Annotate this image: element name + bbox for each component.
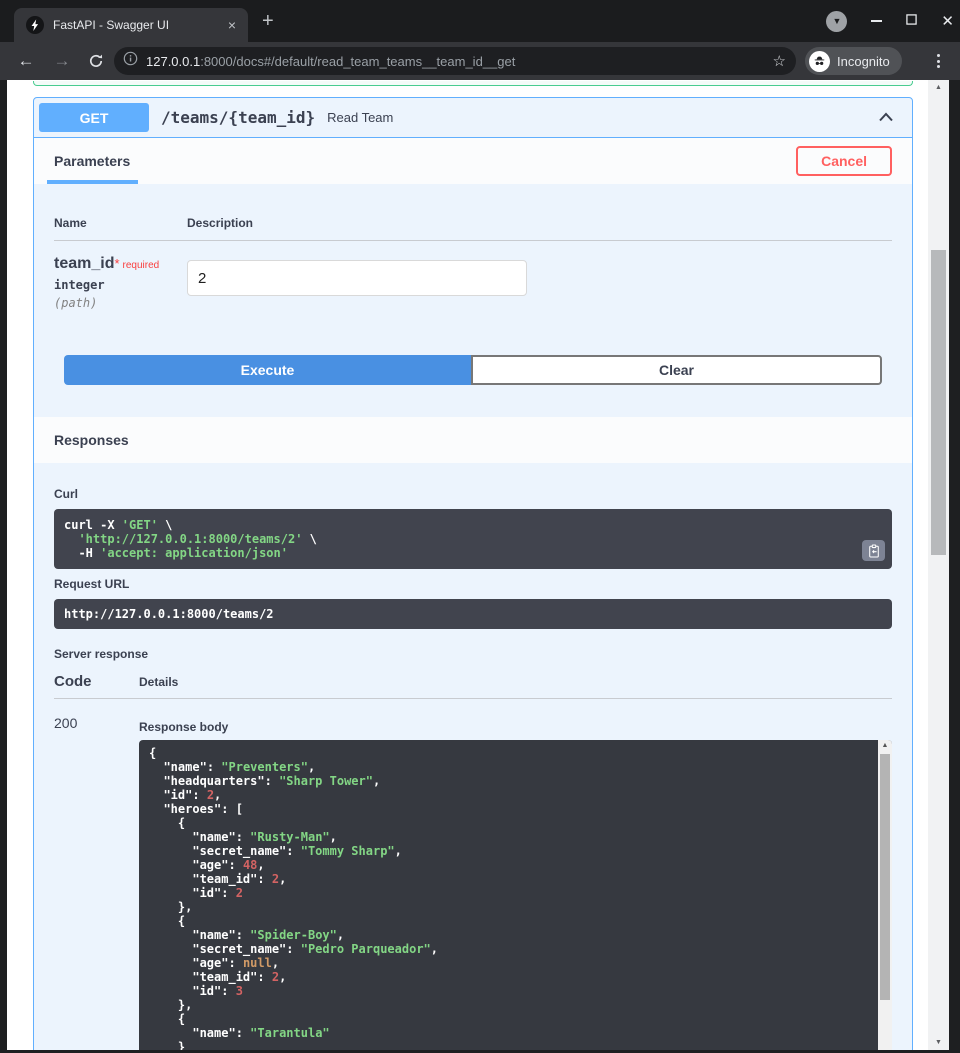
team-id-input[interactable] <box>187 260 527 296</box>
required-star: * <box>114 256 119 271</box>
bookmark-star-icon[interactable]: ☆ <box>773 52 786 70</box>
execute-button-group: Execute Clear <box>64 355 882 385</box>
curl-command: curl -X 'GET' \ 'http://127.0.0.1:8000/t… <box>54 509 892 569</box>
forward-button[interactable]: → <box>48 42 76 80</box>
copy-to-clipboard-button[interactable] <box>862 540 885 561</box>
back-button[interactable]: ← <box>12 42 40 80</box>
collapse-chevron-up-icon[interactable] <box>878 109 894 127</box>
endpoint-path: /teams/{team_id} <box>161 108 315 127</box>
execute-button[interactable]: Execute <box>64 355 471 385</box>
browser-tab[interactable]: FastAPI - Swagger UI × <box>14 8 248 42</box>
fastapi-favicon-icon <box>26 16 44 34</box>
response-row: 200 Response body { "name": "Preventers"… <box>54 699 892 1050</box>
cancel-button[interactable]: Cancel <box>796 146 892 176</box>
status-code: 200 <box>54 715 139 1050</box>
tab-close-icon[interactable]: × <box>224 17 240 33</box>
maximize-button[interactable] <box>906 12 917 30</box>
page-info-icon[interactable] <box>123 51 138 71</box>
parameter-location: (path) <box>54 296 187 310</box>
response-body-label: Response body <box>139 720 892 734</box>
url-text: 127.0.0.1:8000/docs#/default/read_team_t… <box>146 54 773 69</box>
page-scrollbar-thumb[interactable] <box>931 250 946 555</box>
opblock-header[interactable]: GET /teams/{team_id} Read Team <box>34 98 912 137</box>
parameters-section-header: Parameters Cancel <box>34 137 912 184</box>
browser-toolbar: ← → 127.0.0.1:8000/docs#/default/read_te… <box>0 42 960 80</box>
parameter-type: integer <box>54 278 187 292</box>
scroll-up-arrow-icon[interactable]: ▲ <box>878 742 892 749</box>
url-bar[interactable]: 127.0.0.1:8000/docs#/default/read_team_t… <box>114 47 796 75</box>
window-close-button[interactable]: ✕ <box>941 14 954 29</box>
parameter-row: team_id* required integer (path) <box>54 241 892 310</box>
url-path: :8000/docs#/default/read_team_teams__tea… <box>200 54 515 69</box>
page-scroll-up-icon[interactable]: ▲ <box>928 84 949 91</box>
curl-label: Curl <box>54 487 892 501</box>
http-method-badge: GET <box>39 103 149 132</box>
swagger-page: GET /teams/{team_id} Read Team Parameter… <box>7 80 928 1050</box>
browser-menu-button[interactable] <box>928 50 948 72</box>
reload-button[interactable] <box>82 42 110 80</box>
tab-parameters[interactable]: Parameters <box>54 153 130 169</box>
responses-title: Responses <box>54 432 129 448</box>
column-header-name: Name <box>54 216 187 230</box>
tab-title: FastAPI - Swagger UI <box>53 18 224 32</box>
new-tab-button[interactable]: + <box>262 9 274 33</box>
url-host: 127.0.0.1 <box>146 54 200 69</box>
active-tab-underline <box>47 180 138 184</box>
chrome-update-icon[interactable]: ▼ <box>826 11 847 32</box>
response-body-scrollbar[interactable]: ▲ <box>878 740 892 1050</box>
opblock-get-teams-team-id: GET /teams/{team_id} Read Team Parameter… <box>33 97 913 1050</box>
responses-section-header: Responses <box>34 417 912 463</box>
column-header-description: Description <box>187 216 253 230</box>
page-scrollbar[interactable]: ▲ ▼ <box>928 80 949 1050</box>
response-scrollbar-thumb[interactable] <box>880 754 890 1000</box>
browser-titlebar: FastAPI - Swagger UI × + ▼ ✕ <box>0 0 960 42</box>
column-header-details: Details <box>139 675 178 689</box>
minimize-button[interactable] <box>871 20 882 22</box>
incognito-badge: Incognito <box>805 47 902 75</box>
responses-body: Curl curl -X 'GET' \ 'http://127.0.0.1:8… <box>34 487 912 1050</box>
column-header-code: Code <box>54 673 139 690</box>
server-response-label: Server response <box>54 647 892 661</box>
request-url-label: Request URL <box>54 577 892 591</box>
previous-endpoint-block-edge <box>33 81 913 86</box>
response-body-json: { "name": "Preventers", "headquarters": … <box>139 740 892 1050</box>
required-label: required <box>123 260 160 271</box>
endpoint-summary: Read Team <box>327 110 393 125</box>
parameters-table: Name Description team_id* required intege… <box>34 184 912 310</box>
clear-button[interactable]: Clear <box>471 355 882 385</box>
incognito-label: Incognito <box>837 54 890 69</box>
incognito-icon <box>809 51 830 72</box>
parameter-name: team_id <box>54 255 114 272</box>
request-url-value: http://127.0.0.1:8000/teams/2 <box>54 599 892 629</box>
page-scroll-down-icon[interactable]: ▼ <box>928 1039 949 1046</box>
window-frame-right <box>949 80 960 1053</box>
